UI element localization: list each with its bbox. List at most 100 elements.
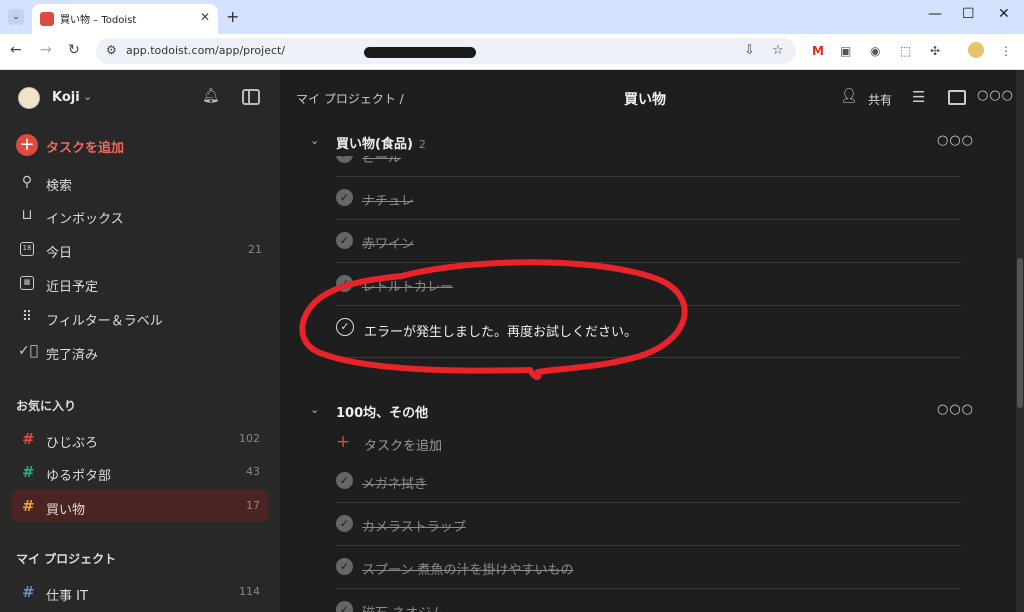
page-title: 買い物: [624, 92, 666, 108]
nav-label: 近日予定: [46, 280, 99, 295]
project-count: 43: [246, 465, 260, 478]
inbox-icon: ⊔: [21, 207, 33, 223]
add-person-icon[interactable]: 👤︎: [840, 88, 858, 104]
breadcrumb[interactable]: マイ プロジェクト /: [296, 90, 404, 107]
plus-icon: +: [16, 134, 38, 156]
nav-upcoming[interactable]: ▦ 近日予定: [18, 272, 268, 296]
redaction-mark: [364, 47, 476, 58]
url-text: app.todoist.com/app/project/: [126, 44, 286, 57]
task-row[interactable]: ✓ レトルトカレー: [336, 263, 961, 306]
checkbox-icon[interactable]: ✓: [336, 515, 353, 532]
todoist-favicon-icon: [40, 12, 54, 26]
scrollbar-thumb[interactable]: [1017, 258, 1023, 408]
maximize-icon[interactable]: ☐: [962, 6, 975, 22]
app-window: ⌄ 買い物 – Todoist ✕ + — ☐ ✕ ← → ↻ ⚙ app.to…: [0, 0, 1024, 612]
nav-count: 21: [248, 243, 262, 256]
task-label: 赤ワイン: [362, 237, 415, 252]
comment-icon[interactable]: [948, 90, 966, 105]
task-label: 磁石 ネオジム: [362, 602, 444, 612]
hash-icon: #: [22, 463, 35, 481]
checkbox-icon[interactable]: ✓: [336, 275, 353, 292]
checkbox-icon[interactable]: ✓: [336, 472, 353, 489]
forward-icon[interactable]: →: [40, 42, 52, 58]
collapse-section-icon[interactable]: ⌄: [310, 403, 319, 416]
user-name[interactable]: Koji: [52, 90, 80, 105]
project-label: 仕事 IT: [46, 589, 88, 604]
tab-search-icon[interactable]: ⌄: [8, 9, 24, 25]
nav-today[interactable]: 18 今日 21: [18, 238, 268, 262]
nav-label: 今日: [46, 246, 73, 261]
checkbox-icon[interactable]: ✓: [336, 232, 353, 249]
nav-search[interactable]: ⚲ 検索: [18, 171, 268, 195]
nav-inbox[interactable]: ⊔ インボックス: [18, 204, 268, 228]
nav-label: インボックス: [46, 212, 124, 227]
task-label: ナチュレ: [362, 194, 414, 209]
task-row[interactable]: ✓ スプーン 煮魚の汁を掛けやすいもの: [336, 546, 961, 589]
task-label: カメラストラップ: [362, 520, 466, 535]
install-app-icon[interactable]: ⇩: [744, 43, 755, 58]
task-row[interactable]: ✓ 赤ワイン: [336, 220, 961, 263]
close-window-icon[interactable]: ✕: [998, 6, 1010, 22]
browser-tab[interactable]: 買い物 – Todoist ✕: [32, 4, 218, 34]
more-options-icon[interactable]: ○○○: [977, 88, 1014, 103]
gmail-extension-icon[interactable]: M: [812, 44, 824, 58]
address-bar[interactable]: ⚙ app.todoist.com/app/project/ ⇩ ☆: [96, 38, 796, 64]
section-more-icon[interactable]: ○○○: [937, 133, 974, 148]
section-title[interactable]: 買い物(食品) 2: [336, 133, 426, 152]
project-yurupota[interactable]: # ゆるポタ部 43: [12, 456, 268, 488]
chevron-down-icon[interactable]: ⌄: [83, 90, 92, 103]
favorites-heading[interactable]: お気に入り: [16, 397, 76, 414]
task-row[interactable]: ✓ 磁石 ネオジム: [336, 589, 961, 612]
screenshot-extension-icon[interactable]: ⬚: [900, 44, 911, 58]
nav-completed[interactable]: ✓⃝ 完了済み: [18, 340, 268, 364]
view-options-icon[interactable]: ☰: [912, 88, 925, 106]
calendar-today-icon: 18: [20, 242, 34, 256]
error-message: エラーが発生しました。再度お試しください。: [364, 325, 638, 340]
task-row[interactable]: ✓ ビール: [336, 156, 961, 177]
bell-icon[interactable]: 🔔︎: [202, 88, 220, 104]
project-shigoto-it[interactable]: # 仕事 IT 114: [12, 576, 268, 608]
section-title-text: 100均、その他: [336, 406, 429, 421]
bookmark-star-icon[interactable]: ☆: [772, 43, 784, 58]
toggle-sidebar-icon[interactable]: [242, 89, 260, 105]
project-label: ひじぶろ: [46, 436, 99, 451]
my-projects-heading[interactable]: マイ プロジェクト: [16, 550, 116, 567]
browser-menu-icon[interactable]: ⋮: [1000, 44, 1012, 58]
site-info-icon[interactable]: ⚙: [106, 43, 117, 57]
user-avatar[interactable]: [18, 87, 40, 109]
nav-filters-labels[interactable]: ⠿ フィルター＆ラベル: [18, 306, 268, 330]
project-count: 17: [246, 499, 260, 512]
checkbox-icon[interactable]: ✓: [336, 558, 353, 575]
section-more-icon[interactable]: ○○○: [937, 402, 974, 417]
project-hijiburo[interactable]: # ひじぶろ 102: [12, 423, 268, 455]
section-title[interactable]: 100均、その他: [336, 402, 428, 421]
add-task-in-section-button[interactable]: + タスクを追加: [336, 430, 961, 460]
tab-title: 買い物 – Todoist: [60, 15, 137, 26]
completed-icon: ✓⃝: [18, 343, 39, 359]
task-row[interactable]: ✓ カメラストラップ: [336, 503, 961, 546]
share-button[interactable]: 共有: [868, 91, 892, 108]
project-count: 114: [239, 585, 260, 598]
task-row[interactable]: ✓ メガネ拭き: [336, 460, 961, 503]
error-row: ✓ エラーが発生しました。再度お試しください。: [336, 306, 961, 358]
back-icon[interactable]: ←: [10, 42, 22, 58]
project-label: ゆるポタ部: [46, 469, 112, 484]
profile-avatar[interactable]: [968, 42, 984, 58]
checkbox-icon[interactable]: ✓: [336, 601, 353, 612]
project-kaimono[interactable]: # 買い物 17: [12, 490, 268, 522]
collapse-section-icon[interactable]: ⌄: [310, 134, 319, 147]
minimize-icon[interactable]: —: [928, 6, 942, 22]
reload-icon[interactable]: ↻: [68, 42, 80, 58]
browser-tabstrip: ⌄ 買い物 – Todoist ✕ + — ☐ ✕: [0, 0, 1024, 34]
checkbox-icon[interactable]: ✓: [336, 189, 353, 206]
camera-extension-icon[interactable]: ◉: [870, 44, 880, 58]
extensions-puzzle-icon[interactable]: ✣: [930, 44, 940, 58]
new-tab-button[interactable]: +: [226, 7, 239, 26]
nav-label: フィルター＆ラベル: [46, 314, 163, 329]
section-count: 2: [418, 138, 426, 151]
task-label: レトルトカレー: [362, 280, 454, 295]
extension-icon[interactable]: ▣: [840, 44, 851, 58]
add-task-button[interactable]: + タスクを追加: [16, 132, 266, 156]
task-row[interactable]: ✓ ナチュレ: [336, 177, 961, 220]
close-tab-icon[interactable]: ✕: [200, 10, 210, 24]
